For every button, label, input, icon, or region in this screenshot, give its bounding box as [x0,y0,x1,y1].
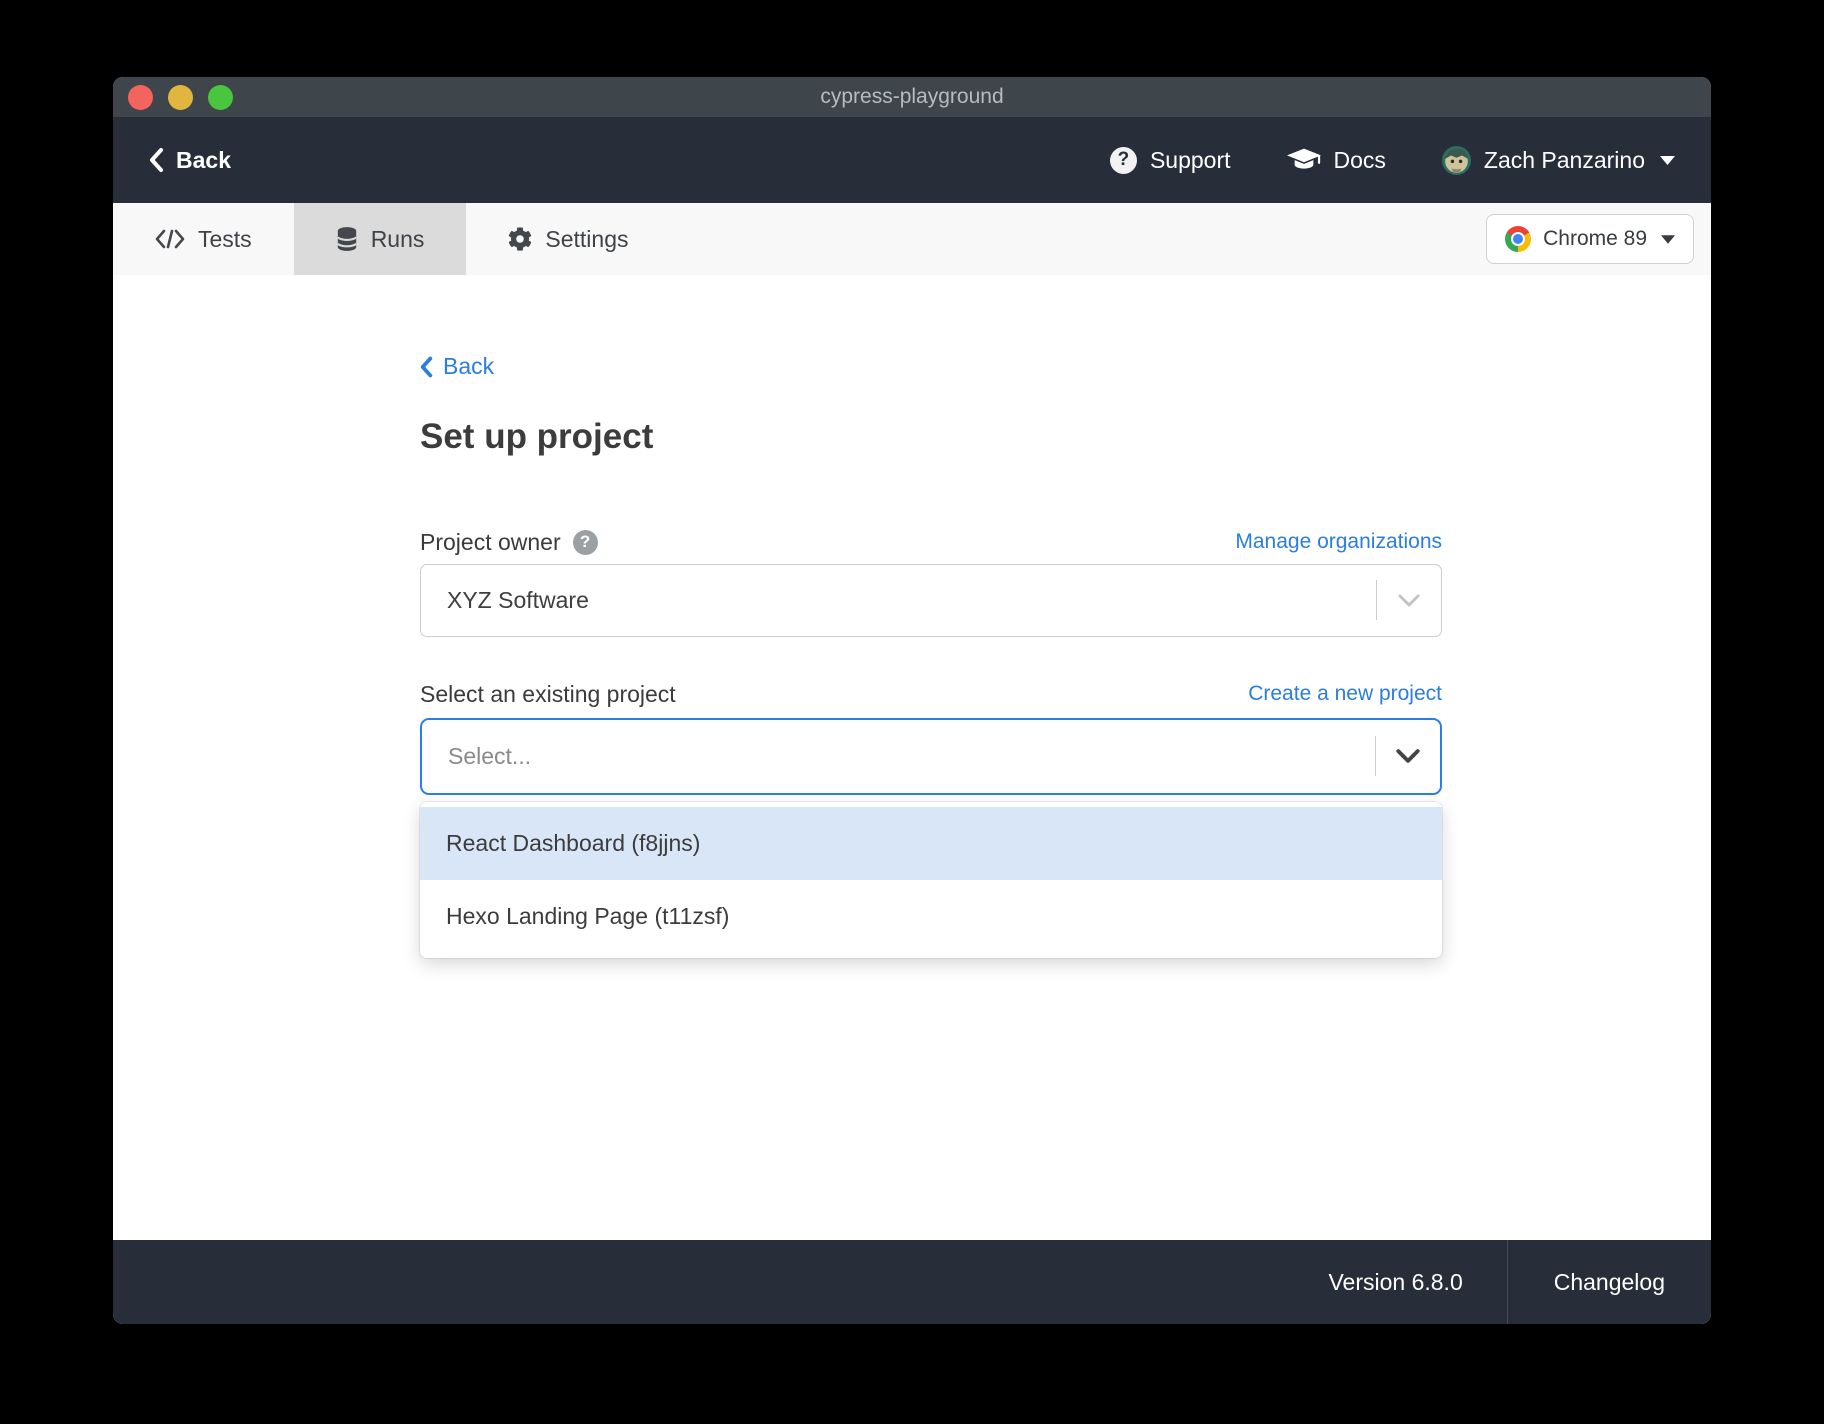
nav-back-label: Back [176,147,231,174]
main-content: Back Set up project Project owner ? Mana… [113,275,1711,1240]
chevron-down-icon [1376,749,1440,763]
tab-runs-label: Runs [371,226,425,253]
project-option[interactable]: Hexo Landing Page (t11zsf) [420,880,1442,953]
tab-tests[interactable]: Tests [113,203,294,275]
owner-label-group: Project owner ? [420,529,598,556]
chevron-left-icon [420,356,433,378]
project-field-row: Select an existing project Create a new … [420,681,1442,708]
browser-select-button[interactable]: Chrome 89 [1486,214,1694,264]
owner-select-value: XYZ Software [421,587,1376,614]
avatar [1442,146,1471,175]
user-name: Zach Panzarino [1484,147,1645,174]
content-back-label: Back [443,353,494,380]
caret-down-icon [1661,235,1675,244]
user-menu[interactable]: Zach Panzarino [1442,146,1675,175]
page-title: Set up project [420,417,1442,457]
traffic-lights [113,85,233,110]
content-back-link[interactable]: Back [420,353,494,380]
window-title: cypress-playground [113,85,1711,109]
titlebar: cypress-playground [113,77,1711,117]
code-icon [155,228,185,250]
docs-link[interactable]: Docs [1287,147,1386,174]
tab-runs[interactable]: Runs [294,203,467,275]
project-select-placeholder: Select... [422,743,1375,770]
tab-tests-label: Tests [198,226,252,253]
project-label: Select an existing project [420,681,676,708]
create-new-project-link[interactable]: Create a new project [1248,682,1442,706]
support-label: Support [1150,147,1231,174]
zoom-window-button[interactable] [208,85,233,110]
owner-field-row: Project owner ? Manage organizations [420,529,1442,556]
caret-down-icon [1660,156,1675,165]
question-circle-icon: ? [1110,147,1137,174]
chrome-icon [1505,226,1531,252]
changelog-link[interactable]: Changelog [1508,1269,1711,1296]
owner-label: Project owner [420,529,561,556]
owner-select[interactable]: XYZ Software [420,564,1442,637]
tab-settings-label: Settings [545,226,628,253]
footer-bar: Version 6.8.0 Changelog [113,1240,1711,1324]
top-navbar: Back ? Support Docs [113,117,1711,203]
version-label: Version 6.8.0 [1328,1269,1506,1296]
browser-label: Chrome 89 [1543,227,1647,251]
minimize-window-button[interactable] [168,85,193,110]
project-options-menu: React Dashboard (f8jjns) Hexo Landing Pa… [420,802,1442,958]
gear-icon [508,227,532,251]
support-link[interactable]: ? Support [1110,147,1231,174]
project-select[interactable]: Select... [420,718,1442,795]
question-circle-icon[interactable]: ? [573,530,598,555]
project-option[interactable]: React Dashboard (f8jjns) [420,807,1442,880]
project-label-group: Select an existing project [420,681,676,708]
database-icon [336,226,358,252]
manage-organizations-link[interactable]: Manage organizations [1235,530,1442,554]
tab-settings[interactable]: Settings [466,203,670,275]
nav-back-button[interactable]: Back [149,147,231,174]
tab-bar: Tests Runs Settings Chrome 89 [113,203,1711,275]
navbar-right: ? Support Docs [1110,146,1675,175]
app-window: cypress-playground Back ? Support [113,77,1711,1324]
close-window-button[interactable] [128,85,153,110]
docs-label: Docs [1334,147,1386,174]
graduation-cap-icon [1287,148,1321,173]
chevron-down-icon [1377,594,1441,607]
chevron-left-icon [149,147,164,173]
